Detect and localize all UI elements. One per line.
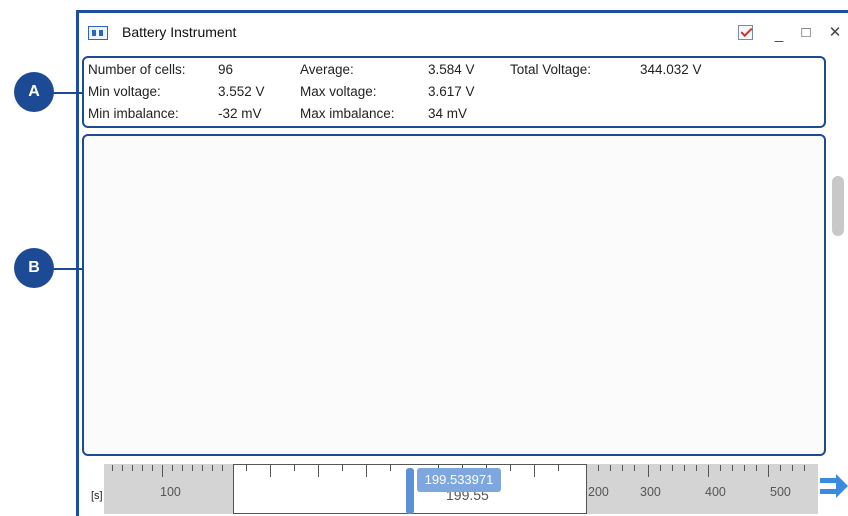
close-button[interactable]: ✕ — [826, 24, 844, 42]
callout-a-line — [52, 92, 82, 94]
timeline-tick — [792, 465, 793, 471]
battery-instrument-icon — [88, 26, 108, 40]
timeline-tick — [246, 465, 247, 471]
timeline-tick — [152, 465, 153, 471]
min-voltage-label: Min voltage: — [88, 84, 161, 99]
timeline-tick — [744, 465, 745, 471]
timeline-tick — [804, 465, 805, 471]
timeline-tick — [598, 465, 599, 471]
timeline-tick — [732, 465, 733, 471]
timeline-tick — [192, 465, 193, 471]
timeline-tick — [342, 465, 343, 471]
timeline-tick — [768, 465, 769, 477]
timeline-tick — [534, 465, 535, 477]
timeline-tick — [182, 465, 183, 471]
total-voltage-label: Total Voltage: — [510, 62, 592, 77]
min-imbalance-value: -32 mV — [218, 106, 262, 121]
callout-a: A — [14, 72, 54, 112]
timeline-tick — [756, 465, 757, 471]
timeline-tick — [610, 465, 611, 471]
timeline-tick — [708, 465, 709, 477]
scroll-right-arrow-icon[interactable] — [820, 472, 848, 502]
total-voltage-value: 344.032 V — [640, 62, 702, 77]
callout-b: B — [14, 248, 54, 288]
min-imbalance-label: Min imbalance: — [88, 106, 179, 121]
min-voltage-value: 3.552 V — [218, 84, 265, 99]
timeline-label: 500 — [770, 485, 791, 499]
cell-plot-area[interactable] — [82, 134, 826, 456]
timeline-tick — [634, 465, 635, 471]
number-of-cells-value: 96 — [218, 62, 234, 77]
timeline-label: 100 — [160, 485, 181, 499]
timeline-tick — [696, 465, 697, 471]
timeline-tick — [294, 465, 295, 471]
minimize-button[interactable]: _ — [770, 26, 788, 44]
timeline-unit: [s] — [91, 490, 103, 502]
timeline-tick — [558, 465, 559, 471]
timeline-tick — [672, 465, 673, 471]
timeline-tick — [622, 465, 623, 471]
pin-icon[interactable] — [738, 25, 753, 40]
callout-b-line — [52, 268, 82, 270]
window-title: Battery Instrument — [122, 24, 237, 40]
timeline-tick — [720, 465, 721, 471]
timeline-tick — [390, 465, 391, 471]
number-of-cells-label: Number of cells: — [88, 62, 186, 77]
timeline-label: 200 — [588, 485, 609, 499]
timeline-tick — [510, 465, 511, 471]
timeline-tick — [172, 465, 173, 471]
timeline-tick — [780, 465, 781, 471]
max-imbalance-label: Max imbalance: — [300, 106, 395, 121]
timeline-tick — [684, 465, 685, 471]
timeline-tick — [122, 465, 123, 471]
timeline-tick — [112, 465, 113, 471]
timeline-tick — [366, 465, 367, 477]
timeline-tick — [162, 465, 163, 477]
timeline-tick — [142, 465, 143, 471]
timeline-tick — [648, 465, 649, 477]
maximize-button[interactable]: □ — [797, 24, 815, 42]
average-label: Average: — [300, 62, 354, 77]
average-value: 3.584 V — [428, 62, 475, 77]
timeline-tick — [202, 465, 203, 471]
timeline-tick — [132, 465, 133, 471]
timeline-tick — [222, 465, 223, 471]
timeline-tick — [660, 465, 661, 471]
max-voltage-value: 3.617 V — [428, 84, 475, 99]
timeline-tick — [270, 465, 271, 477]
timeline-label: 400 — [705, 485, 726, 499]
vertical-scrollbar[interactable] — [832, 176, 844, 236]
timeline-cursor-value: 199.533971 — [417, 468, 501, 492]
timeline-tick — [212, 465, 213, 471]
timeline-label: 300 — [640, 485, 661, 499]
max-imbalance-value: 34 mV — [428, 106, 468, 121]
max-voltage-label: Max voltage: — [300, 84, 377, 99]
timeline-cursor[interactable] — [406, 468, 414, 514]
timeline-tick — [318, 465, 319, 477]
